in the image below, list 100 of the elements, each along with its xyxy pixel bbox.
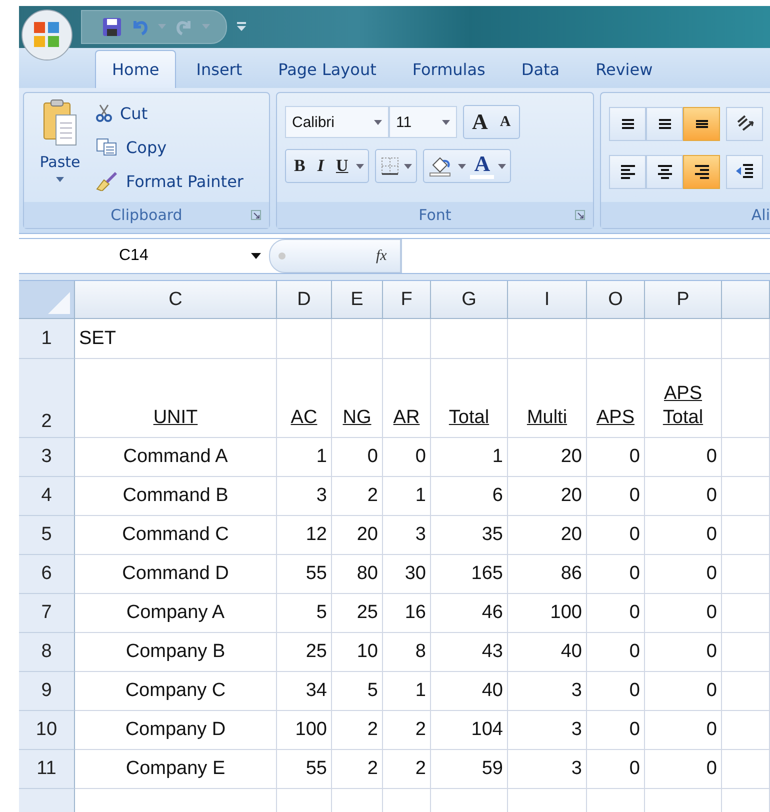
decrease-indent-button[interactable] bbox=[726, 155, 763, 189]
ribbon-tab[interactable]: Page Layout bbox=[262, 51, 392, 88]
clipboard-command[interactable]: Cut bbox=[96, 99, 244, 127]
column-header[interactable]: P bbox=[645, 281, 722, 319]
row-header[interactable]: 2 bbox=[19, 359, 75, 438]
orientation-button[interactable] bbox=[726, 107, 763, 141]
table-cell: 5 bbox=[316, 602, 327, 624]
table-cell: Command B bbox=[122, 485, 228, 507]
table-cell: 0 bbox=[629, 524, 640, 546]
row-header[interactable]: 3 bbox=[19, 438, 75, 477]
table-cell: 0 bbox=[706, 758, 717, 780]
table-cell: 1 bbox=[415, 485, 426, 507]
customize-menu-icon[interactable] bbox=[237, 22, 246, 32]
table-cell: 3 bbox=[571, 758, 582, 780]
clipboard-command[interactable]: Format Painter bbox=[96, 167, 244, 195]
row-header[interactable]: 5 bbox=[19, 516, 75, 555]
table-cell: 1 bbox=[316, 446, 327, 468]
caret-icon bbox=[442, 120, 450, 124]
table-cell: 25 bbox=[306, 641, 327, 663]
table-cell: 0 bbox=[706, 446, 717, 468]
ribbon-tab[interactable]: Formulas bbox=[396, 51, 502, 88]
row-header[interactable]: 4 bbox=[19, 477, 75, 516]
grow-font-button[interactable]: A bbox=[468, 109, 492, 135]
table-cell: 0 bbox=[629, 641, 640, 663]
align-button[interactable] bbox=[683, 155, 720, 189]
table-cell: 12 bbox=[306, 524, 327, 546]
table-cell: 10 bbox=[356, 641, 378, 663]
row-header[interactable]: 9 bbox=[19, 672, 75, 711]
column-header[interactable]: G bbox=[431, 281, 508, 319]
font-name-dropdown[interactable]: Calibri bbox=[285, 106, 389, 138]
align-button[interactable] bbox=[646, 155, 683, 189]
table-cell: 46 bbox=[482, 602, 503, 624]
table-cell: 0 bbox=[629, 485, 640, 507]
column-header[interactable]: C bbox=[75, 281, 277, 319]
paste-button[interactable]: Paste bbox=[24, 93, 96, 202]
caret-icon[interactable] bbox=[356, 164, 364, 168]
table-cell: 55 bbox=[306, 563, 327, 585]
column-heading: APS bbox=[596, 406, 635, 430]
table-cell: 20 bbox=[560, 524, 582, 546]
font-size-dropdown[interactable]: 11 bbox=[389, 106, 457, 138]
table-cell: 0 bbox=[706, 680, 717, 702]
row-header[interactable]: 6 bbox=[19, 555, 75, 594]
table-cell: 3 bbox=[571, 680, 582, 702]
group-label: Font bbox=[277, 202, 593, 228]
caret-icon[interactable] bbox=[498, 164, 506, 168]
align-button[interactable] bbox=[646, 107, 683, 141]
table-cell: 20 bbox=[560, 485, 582, 507]
table-cell: 0 bbox=[706, 485, 717, 507]
column-header[interactable]: O bbox=[587, 281, 645, 319]
name-box[interactable]: C14 bbox=[19, 239, 269, 273]
underline-button[interactable]: U bbox=[332, 156, 352, 176]
column-header[interactable]: I bbox=[508, 281, 587, 319]
column-heading: NG bbox=[342, 406, 372, 430]
save-icon[interactable] bbox=[102, 17, 122, 37]
table-cell: Command C bbox=[122, 524, 229, 546]
table-cell: 2 bbox=[367, 719, 378, 741]
table-cell: 3 bbox=[316, 485, 327, 507]
table-cell: 0 bbox=[629, 602, 640, 624]
table-cell: 0 bbox=[706, 719, 717, 741]
dialog-launcher-icon[interactable] bbox=[251, 210, 261, 220]
table-cell: 59 bbox=[482, 758, 503, 780]
ribbon-tab[interactable]: Review bbox=[580, 51, 669, 88]
table-cell: 0 bbox=[706, 524, 717, 546]
table-cell: 34 bbox=[306, 680, 327, 702]
table-cell: 43 bbox=[482, 641, 503, 663]
column-header[interactable]: F bbox=[383, 281, 431, 319]
row-header[interactable]: 8 bbox=[19, 633, 75, 672]
caret-icon[interactable] bbox=[404, 164, 412, 168]
column-header[interactable]: E bbox=[332, 281, 383, 319]
table-cell: 2 bbox=[367, 758, 378, 780]
column-heading: APS Total bbox=[662, 382, 704, 430]
row-header[interactable]: 1 bbox=[19, 319, 75, 359]
row-header[interactable]: 11 bbox=[19, 750, 75, 789]
table-cell: Company E bbox=[126, 758, 226, 780]
row-header[interactable]: 10 bbox=[19, 711, 75, 750]
clipboard-command[interactable]: Copy bbox=[96, 133, 244, 161]
caret-icon[interactable] bbox=[458, 164, 466, 168]
align-button[interactable] bbox=[609, 107, 646, 141]
italic-button[interactable]: I bbox=[313, 156, 328, 176]
ribbon-tab[interactable]: Data bbox=[505, 51, 576, 88]
bold-button[interactable]: B bbox=[290, 156, 310, 176]
insert-function-button[interactable]: fx bbox=[376, 248, 387, 264]
row-header[interactable]: 7 bbox=[19, 594, 75, 633]
table-cell: 0 bbox=[629, 758, 640, 780]
align-button[interactable] bbox=[609, 155, 646, 189]
ribbon-tab[interactable]: Home bbox=[95, 50, 176, 88]
borders-icon[interactable] bbox=[380, 156, 400, 176]
dialog-launcher-icon[interactable] bbox=[575, 210, 585, 220]
ribbon-tab[interactable]: Insert bbox=[180, 51, 258, 88]
align-button[interactable] bbox=[683, 107, 720, 141]
shrink-font-button[interactable]: A bbox=[496, 114, 515, 130]
table-cell: 104 bbox=[471, 719, 503, 741]
table-cell: 86 bbox=[560, 563, 582, 585]
align-lines-icon bbox=[694, 165, 708, 179]
column-header[interactable]: D bbox=[277, 281, 332, 319]
table-cell: 2 bbox=[415, 719, 426, 741]
table-cell: 25 bbox=[356, 602, 378, 624]
table-cell: 2 bbox=[367, 485, 378, 507]
group-label: Ali bbox=[601, 202, 770, 228]
copy-icon bbox=[96, 138, 118, 156]
